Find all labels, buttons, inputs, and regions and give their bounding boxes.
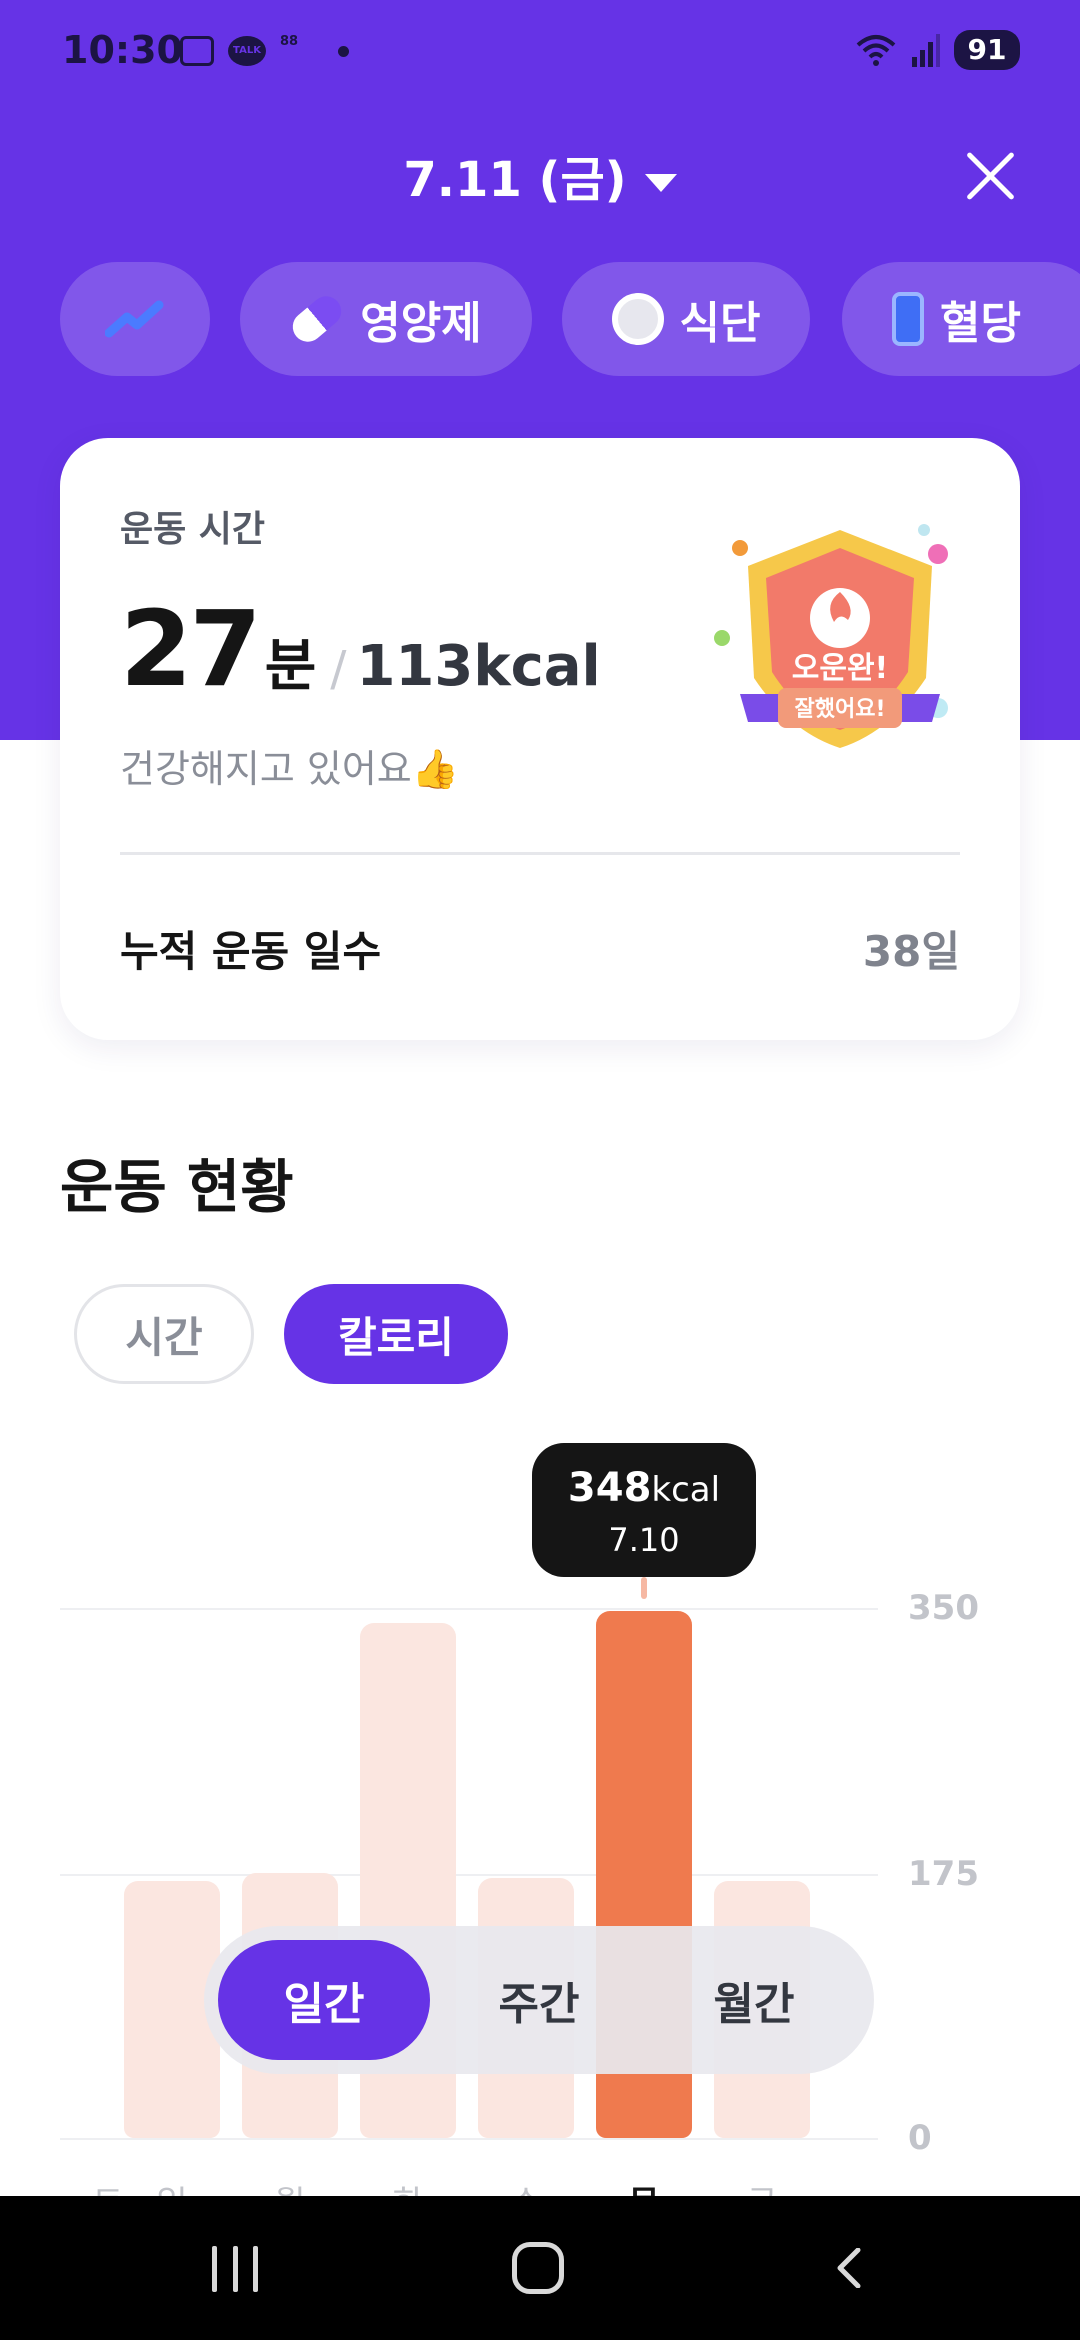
screenshot-icon	[180, 36, 214, 66]
minutes-unit: 분	[264, 634, 317, 699]
period-monthly[interactable]: 월간	[648, 1940, 860, 2060]
bar-tooltip: 348kcal 7.10	[532, 1443, 756, 1578]
recent-apps-button[interactable]	[212, 2246, 258, 2292]
badge-subtitle: 잘했어요!	[795, 697, 886, 722]
period-daily[interactable]: 일간	[218, 1940, 430, 2060]
exercise-time-label: 운동 시간	[120, 509, 266, 550]
blood-sugar-chip[interactable]: 혈당	[842, 262, 1080, 376]
gridline-0	[60, 2138, 878, 2140]
exercise-stats: 27 분 / 113kcal	[120, 588, 601, 710]
tooltip-unit: kcal	[651, 1470, 721, 1511]
blood-sugar-label: 혈당	[940, 298, 1021, 349]
y-tick-175: 175	[908, 1854, 979, 1894]
workout-complete-badge: 오운완! 잘했어요!	[714, 524, 948, 748]
encouragement-message: 건강해지고 있어요👍	[120, 747, 460, 791]
chevron-down-icon	[644, 174, 677, 192]
badge-title: 오운완!	[792, 651, 888, 686]
status-time: 10:30	[62, 28, 183, 72]
status-system-icons: 91	[856, 30, 1020, 70]
exercise-chart: 350 175 0 토일월화수목금348kcal7.10	[60, 1440, 1020, 2224]
status-notification-icons: TALK 88	[180, 34, 349, 68]
back-button[interactable]	[830, 2248, 870, 2288]
tooltip-date: 7.10	[608, 1521, 680, 1560]
period-weekly[interactable]: 주간	[433, 1940, 645, 2060]
system-nav-bar	[0, 2196, 1080, 2340]
home-button[interactable]	[512, 2242, 564, 2294]
exercise-kcal: 113kcal	[356, 634, 601, 699]
glucose-meter-icon	[892, 292, 924, 346]
y-tick-350: 350	[908, 1588, 979, 1628]
period-selector: 일간 주간 월간	[204, 1926, 874, 2074]
kakaotalk-icon: TALK	[228, 36, 266, 66]
wifi-icon	[856, 35, 896, 66]
accumulated-days-label: 누적 운동 일수	[120, 927, 382, 976]
gridline-350	[60, 1608, 878, 1610]
calorie-toggle[interactable]: 칼로리	[284, 1284, 508, 1384]
app-icon: 88	[280, 34, 299, 49]
pill-icon	[286, 290, 348, 348]
accumulated-days-value: 38일	[862, 927, 960, 976]
dot-icon	[338, 45, 349, 57]
date-selector[interactable]: 7.11 (금)	[0, 140, 1080, 210]
date-label: 7.11 (금)	[403, 152, 627, 208]
battery-indicator: 91	[954, 30, 1020, 70]
tooltip-value: 348kcal	[532, 1465, 756, 1511]
close-button[interactable]	[962, 148, 1018, 204]
y-tick-0: 0	[908, 2118, 932, 2158]
card-divider	[120, 852, 960, 855]
meal-chip[interactable]: 식단	[562, 262, 810, 376]
trend-chip[interactable]	[60, 262, 210, 376]
supplement-label: 영양제	[360, 298, 482, 349]
status-bar: 10:30 TALK 88 91	[0, 0, 1080, 105]
stat-separator: /	[330, 641, 347, 697]
supplement-chip[interactable]: 영양제	[240, 262, 532, 376]
trend-icon	[105, 300, 164, 338]
plate-icon	[611, 293, 664, 345]
exercise-summary-card: 운동 시간 27 분 / 113kcal 건강해지고 있어요👍 오운완! 잘했어…	[60, 438, 1020, 1040]
tooltip-connector	[641, 1577, 647, 1600]
section-title: 운동 현황	[60, 1153, 294, 1221]
gridline-175	[60, 1874, 878, 1876]
exercise-minutes: 27	[120, 588, 262, 710]
tooltip-number: 348	[567, 1465, 652, 1512]
time-toggle[interactable]: 시간	[74, 1284, 254, 1384]
signal-icon	[912, 34, 940, 67]
meal-label: 식단	[679, 298, 761, 349]
